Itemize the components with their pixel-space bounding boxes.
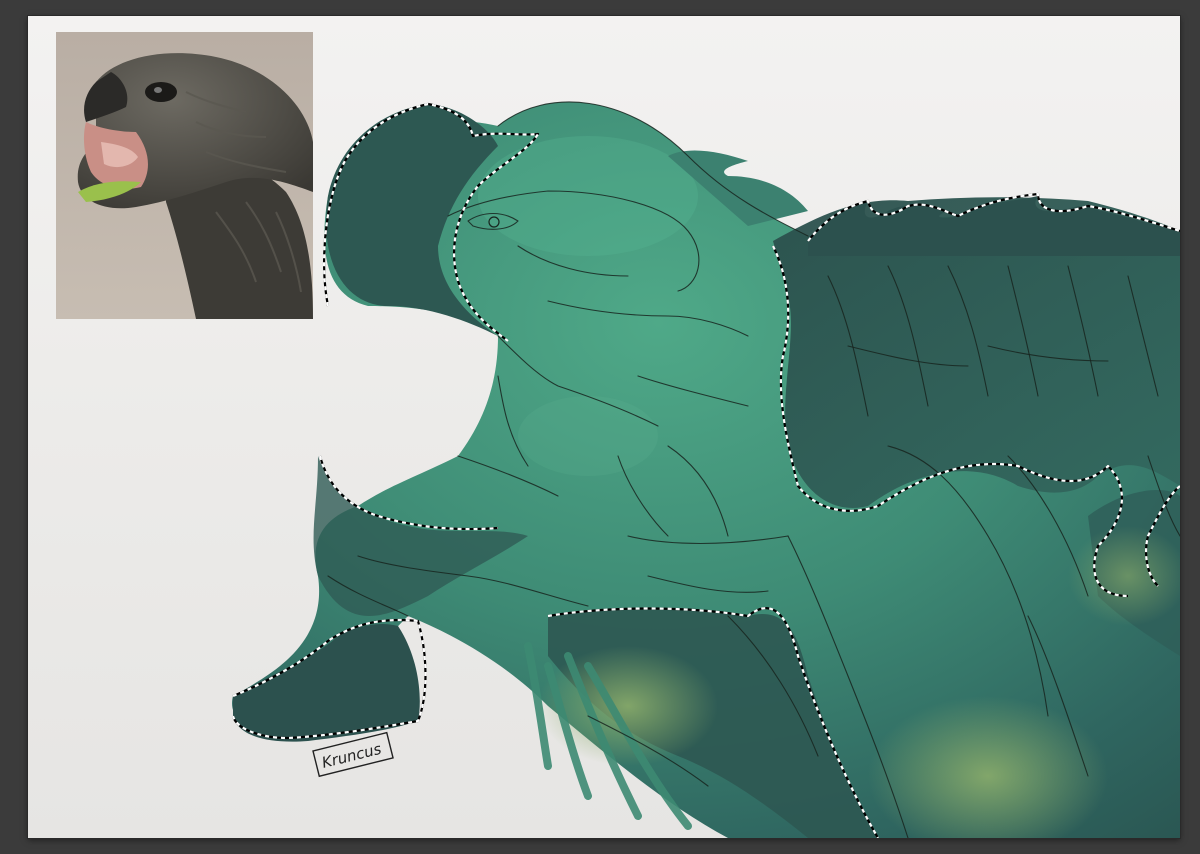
drawing-canvas[interactable]: Kruncus xyxy=(28,16,1180,838)
tortoise-reference-image xyxy=(56,32,313,319)
workspace: Kruncus xyxy=(0,0,1200,854)
reference-photo[interactable] xyxy=(56,32,313,319)
